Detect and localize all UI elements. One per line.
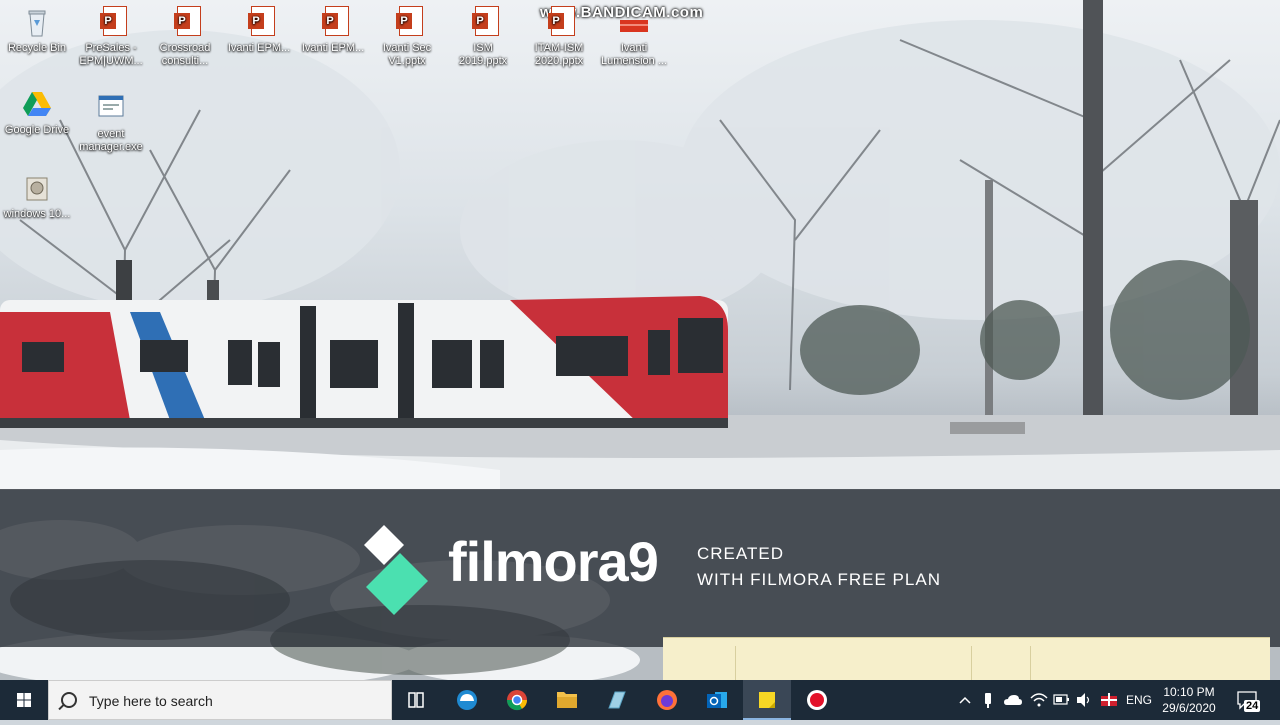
file-explorer-button[interactable]	[543, 680, 591, 720]
task-view-icon	[408, 692, 424, 708]
notification-count-badge: 24	[1244, 700, 1261, 712]
tray-app[interactable]	[1098, 680, 1120, 720]
outlook-button[interactable]	[693, 680, 741, 720]
desktop-icon-presales[interactable]: PreSales - EPM|UWM...	[74, 6, 148, 68]
sticky-notes-icon	[759, 692, 775, 708]
powerpoint-file-icon	[95, 6, 127, 38]
cloud-icon	[1004, 695, 1022, 705]
gift-icon	[1101, 693, 1117, 706]
exe-file-icon	[95, 92, 127, 124]
note-divider	[735, 646, 736, 681]
powerpoint-file-icon	[391, 6, 423, 38]
show-hidden-icons-button[interactable]	[956, 680, 974, 720]
tray-wifi[interactable]	[1028, 680, 1050, 720]
desktop-icon-google-drive[interactable]: Google Drive	[0, 88, 74, 137]
start-button[interactable]	[0, 680, 48, 720]
desktop-icon-label: Crossroad consulti...	[159, 42, 211, 67]
desktop-icon-itam-ism[interactable]: ITAM-ISM 2020.pptx	[522, 6, 596, 68]
desktop-icon-ivanti-lumension[interactable]: Ivanti Lumension ...	[597, 6, 671, 68]
edge-icon	[457, 690, 477, 710]
folder-icon	[557, 692, 577, 708]
desktop-icon-label: ITAM-ISM 2020.pptx	[534, 42, 584, 67]
recycle-bin-icon	[21, 6, 53, 38]
filmora-watermark-banner: filmora9 CREATED WITH FILMORA FREE PLAN	[0, 489, 1280, 647]
firefox-button[interactable]	[643, 680, 691, 720]
filmora-line-2: WITH FILMORA FREE PLAN	[697, 570, 941, 589]
search-icon	[61, 692, 77, 708]
powerpoint-file-icon	[169, 6, 201, 38]
desktop-icon-label: Ivanti EPM...	[227, 42, 291, 54]
filmora-notice: CREATED WITH FILMORA FREE PLAN	[697, 541, 941, 593]
filmora-line-1: CREATED	[697, 544, 784, 563]
powerpoint-file-icon	[543, 6, 575, 38]
firefox-icon	[657, 690, 677, 710]
desktop-icon-label: Ivanti EPM...	[301, 42, 365, 54]
desktop-icon-label: ISM 2019.pptx	[458, 42, 508, 67]
usb-device-icon	[985, 693, 991, 708]
tray-onedrive[interactable]	[1002, 680, 1024, 720]
powerpoint-file-icon	[317, 6, 349, 38]
task-view-button[interactable]	[392, 680, 440, 720]
battery-icon	[1053, 694, 1069, 705]
powerpoint-file-icon	[243, 6, 275, 38]
sticky-notes-window[interactable]	[663, 637, 1270, 681]
desktop-icon-label: Google Drive	[4, 124, 70, 136]
wifi-icon	[1030, 693, 1048, 707]
desktop-icon-ivanti-sec[interactable]: Ivanti Sec V1.pptx	[370, 6, 444, 68]
ivanti-logo-icon	[618, 6, 650, 38]
app-button[interactable]	[593, 680, 641, 720]
note-divider	[1030, 646, 1031, 681]
desktop-icon-recycle-bin[interactable]: Recycle Bin	[0, 6, 74, 55]
windows-logo-icon	[17, 693, 31, 707]
filmora-brand: filmora9	[448, 530, 659, 593]
tray-battery[interactable]	[1052, 680, 1072, 720]
chrome-button[interactable]	[493, 680, 541, 720]
filmora-logo-icon	[364, 525, 428, 615]
clock-date: 29/6/2020	[1162, 701, 1216, 715]
input-language[interactable]: ENG	[1124, 680, 1154, 720]
bandicam-button[interactable]	[793, 680, 841, 720]
volume-icon	[1077, 693, 1090, 707]
tray-volume[interactable]	[1074, 680, 1096, 720]
taskbar: Type here to search ENG 10:10 PM 29/6/20…	[0, 680, 1280, 720]
desktop-icon-label: Ivanti Sec V1.pptx	[382, 42, 432, 67]
desktop-icon-label: event manager.exe	[79, 128, 143, 153]
note-divider	[971, 646, 972, 681]
desktop-icon-windows-10[interactable]: windows 10...	[0, 172, 74, 221]
desktop-icon-crossroad[interactable]: Crossroad consulti...	[148, 6, 222, 68]
powerpoint-file-icon	[467, 6, 499, 38]
installer-icon	[21, 172, 53, 204]
desktop-icon-ivanti-epm-2[interactable]: Ivanti EPM...	[296, 6, 370, 55]
app-icon	[608, 691, 626, 709]
sticky-notes-button[interactable]	[743, 680, 791, 720]
desktop-icon-label: PreSales - EPM|UWM...	[79, 42, 143, 67]
search-placeholder: Type here to search	[89, 693, 213, 709]
google-drive-icon	[21, 88, 53, 120]
desktop-icon-ivanti-epm-1[interactable]: Ivanti EPM...	[222, 6, 296, 55]
desktop-icon-event-manager[interactable]: event manager.exe	[74, 92, 148, 154]
desktop-icon-ism-2019[interactable]: ISM 2019.pptx	[446, 6, 520, 68]
edge-button[interactable]	[443, 680, 491, 720]
outlook-icon	[707, 692, 727, 708]
record-icon	[807, 690, 827, 710]
desktop-icon-label: Recycle Bin	[7, 42, 67, 54]
chevron-up-icon	[959, 696, 971, 704]
clock-time: 10:10 PM	[1163, 685, 1215, 699]
desktop-icon-label: windows 10...	[3, 208, 71, 220]
tray-device[interactable]	[980, 680, 996, 720]
taskbar-search-box[interactable]: Type here to search	[48, 680, 392, 720]
tram	[0, 296, 728, 428]
taskbar-clock[interactable]: 10:10 PM 29/6/2020	[1158, 684, 1220, 716]
chrome-icon	[506, 690, 528, 711]
desktop-icon-label: Ivanti Lumension ...	[600, 42, 668, 67]
